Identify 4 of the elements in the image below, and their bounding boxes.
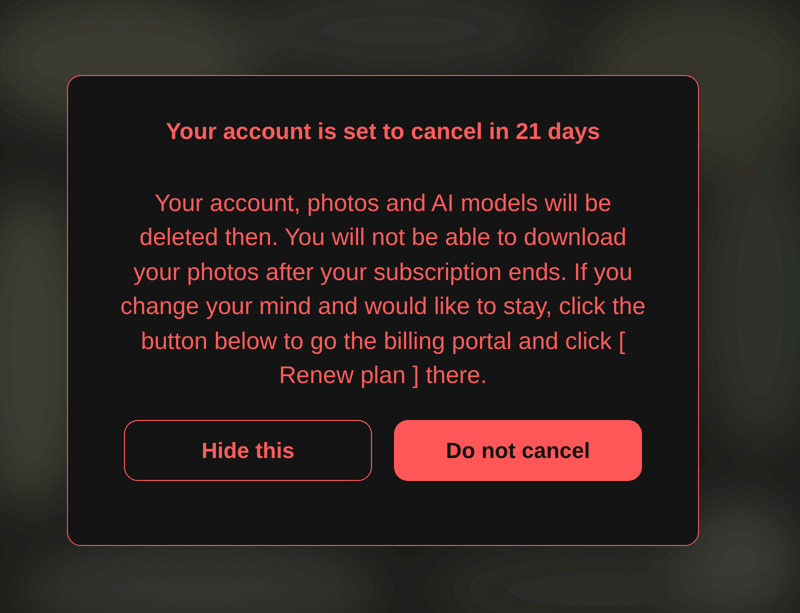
dismiss-button[interactable]: Hide this bbox=[124, 420, 372, 482]
confirm-button[interactable]: Do not cancel bbox=[394, 420, 642, 482]
dialog-title: Your account is set to cancel in 21 days bbox=[164, 117, 602, 146]
dialog-message: Your account, photos and AI models will be deleted then. You will not be able to download your photos after your subscription ends. If you change your mind and would like to stay, click the button below to go the billing portal and click [ Renew plan ] there. bbox=[119, 188, 647, 392]
